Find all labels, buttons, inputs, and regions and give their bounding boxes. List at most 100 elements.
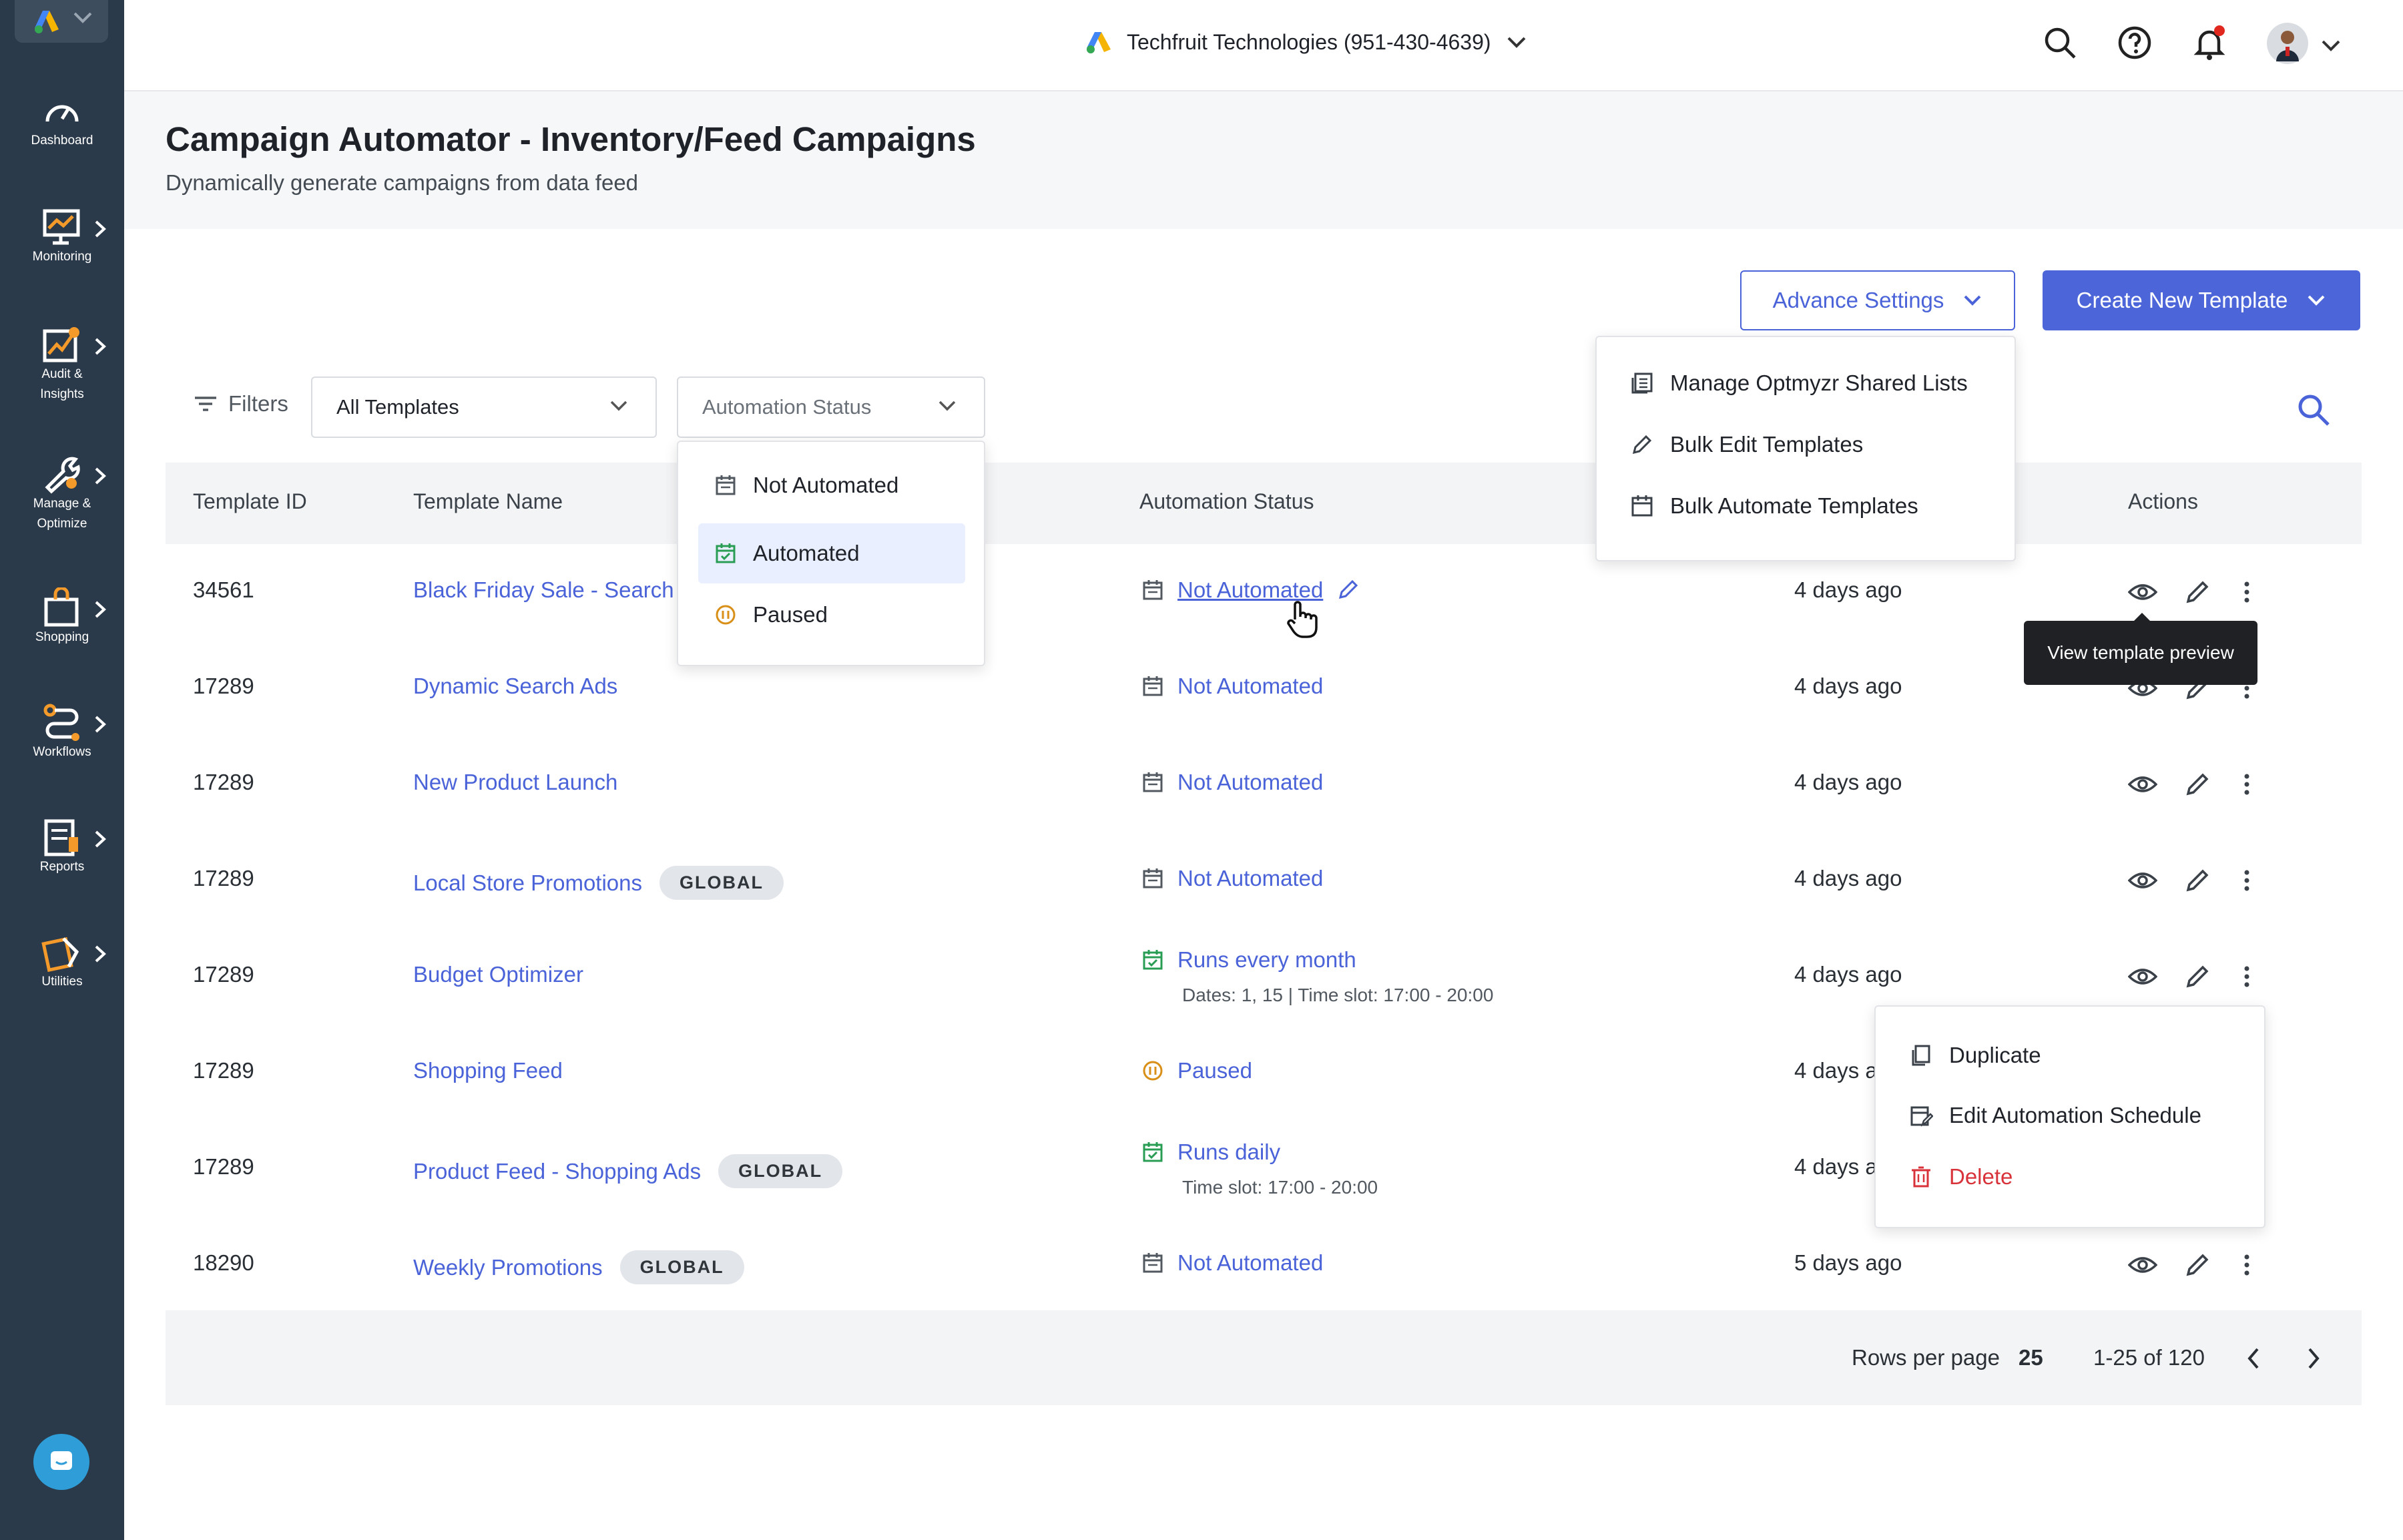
workflow-icon — [43, 704, 79, 741]
template-name-link[interactable]: Local Store Promotions GLOBAL — [413, 866, 784, 900]
menu-item-bulk-automate[interactable]: Bulk Automate Templates — [1630, 493, 1918, 519]
notification-bell-icon[interactable] — [2191, 24, 2228, 61]
menu-item-duplicate[interactable]: Duplicate — [1909, 1043, 2041, 1068]
more-vertical-icon[interactable] — [2241, 579, 2252, 605]
template-name-link[interactable]: Weekly Promotions GLOBAL — [413, 1250, 744, 1284]
nav-utilities[interactable]: Utilities — [0, 932, 124, 992]
chevron-right-icon[interactable] — [2306, 1346, 2322, 1370]
nav-dashboard[interactable]: Dashboard — [0, 93, 124, 151]
avatar[interactable] — [2267, 23, 2308, 64]
menu-item-edit-schedule[interactable]: Edit Automation Schedule — [1909, 1103, 2201, 1128]
more-vertical-icon[interactable] — [2241, 1252, 2252, 1278]
report-icon — [44, 819, 78, 856]
automation-status-text: Not Automated — [1177, 866, 1324, 890]
chevron-left-icon[interactable] — [2245, 1346, 2261, 1370]
table-header: Template ID Template Name Automation Sta… — [166, 463, 2362, 544]
edit-pencil-icon[interactable] — [1336, 579, 1359, 601]
calendar-check-icon — [716, 543, 736, 563]
template-name-link[interactable]: Product Feed - Shopping Ads GLOBAL — [413, 1154, 843, 1188]
template-name-link[interactable]: Dynamic Search Ads — [413, 674, 617, 699]
table-search-icon[interactable] — [2295, 391, 2332, 429]
filters-toggle[interactable]: Filters — [194, 391, 288, 417]
calendar-icon — [1143, 868, 1163, 888]
status-option-paused[interactable]: Paused — [714, 602, 828, 627]
automation-status-link[interactable]: Not Automated — [1141, 1250, 1323, 1276]
last-modified: 5 days ago — [1794, 1250, 1902, 1275]
edit-pencil-icon — [1632, 435, 1652, 455]
duplicate-icon — [1912, 1045, 1930, 1066]
rows-per-page-select[interactable]: 25 — [2019, 1345, 2043, 1370]
automation-status-link[interactable]: Runs every month — [1141, 947, 1356, 973]
edit-pencil-icon[interactable] — [2184, 1252, 2211, 1278]
page-header: Campaign Automator - Inventory/Feed Camp… — [124, 91, 2403, 229]
eye-preview-icon[interactable] — [2128, 867, 2157, 894]
template-name: Local Store Promotions — [413, 870, 643, 895]
nav-monitoring[interactable]: Monitoring — [0, 207, 124, 267]
pagination-bar: Rows per page 25 1-25 of 120 — [166, 1310, 2362, 1405]
chevron-right-icon — [95, 220, 106, 238]
nav-label: Workflows — [33, 745, 91, 759]
eye-preview-icon[interactable] — [2128, 579, 2157, 605]
column-header-status[interactable]: Automation Status — [1139, 489, 1314, 514]
template-name: Product Feed - Shopping Ads — [413, 1158, 702, 1184]
pagination-range: 1-25 of 120 — [2093, 1345, 2205, 1370]
more-vertical-icon[interactable] — [2241, 771, 2252, 798]
template-name-link[interactable]: Shopping Feed — [413, 1058, 563, 1083]
schedule-detail: Dates: 1, 15 | Time slot: 17:00 - 20:00 — [1182, 985, 1494, 1005]
edit-pencil-icon[interactable] — [2184, 963, 2211, 990]
help-icon[interactable] — [2116, 24, 2153, 61]
template-name-link[interactable]: Black Friday Sale - Search — [413, 577, 674, 603]
nav-shopping[interactable]: Shopping — [0, 587, 124, 648]
templates-select[interactable]: All Templates — [311, 376, 657, 438]
nav-workflows[interactable]: Workflows — [0, 702, 124, 762]
template-name-link[interactable]: New Product Launch — [413, 770, 617, 795]
edit-pencil-icon[interactable] — [2184, 579, 2211, 605]
automation-status-select[interactable]: Automation Status — [677, 376, 985, 438]
template-name: Dynamic Search Ads — [413, 674, 618, 698]
status-option-automated[interactable]: Automated — [698, 523, 965, 583]
account-selector[interactable]: Techfruit Technologies (951-430-4639) — [1085, 25, 1527, 59]
advance-settings-button[interactable]: Advance Settings — [1740, 270, 2015, 330]
chat-button[interactable] — [33, 1434, 89, 1490]
hand-cursor-icon — [1287, 601, 1318, 638]
eye-preview-icon[interactable] — [2128, 963, 2157, 990]
menu-item-manage-shared-lists[interactable]: Manage Optmyzr Shared Lists — [1630, 370, 1968, 396]
shopping-bag-icon — [44, 587, 79, 627]
automation-status-link[interactable]: Not Automated — [1141, 577, 1359, 603]
template-id: 17289 — [193, 674, 254, 698]
column-header-actions: Actions — [2128, 489, 2198, 513]
eye-preview-icon[interactable] — [2128, 1252, 2157, 1278]
menu-item-delete[interactable]: Delete — [1909, 1164, 2013, 1190]
nav-manage-optimize[interactable]: Manage & Optimize — [0, 454, 124, 534]
automation-status-dropdown: Not Automated Automated Paused — [677, 441, 985, 666]
create-template-button[interactable]: Create New Template — [2043, 270, 2360, 330]
eye-preview-icon[interactable] — [2128, 771, 2157, 798]
preview-tooltip: View template preview — [2024, 613, 2257, 685]
nav-reports[interactable]: Reports — [0, 817, 124, 877]
template-name-link[interactable]: Budget Optimizer — [413, 962, 583, 987]
automation-status-link[interactable]: Paused — [1141, 1058, 1252, 1083]
more-vertical-icon[interactable] — [2241, 867, 2252, 894]
menu-item-label: Bulk Edit Templates — [1670, 432, 1864, 457]
chat-icon — [51, 1451, 72, 1470]
account-name: Techfruit Technologies (951-430-4639) — [1127, 29, 1491, 54]
more-vertical-icon[interactable] — [2241, 963, 2252, 990]
chevron-down-icon[interactable] — [2320, 39, 2342, 52]
calendar-check-icon — [1143, 1142, 1163, 1162]
last-modified: 4 days ago — [1794, 674, 1902, 698]
automation-status-link[interactable]: Runs daily — [1141, 1139, 1280, 1165]
menu-item-bulk-edit[interactable]: Bulk Edit Templates — [1630, 432, 1863, 457]
status-option-not-automated[interactable]: Not Automated — [714, 473, 898, 498]
search-icon[interactable] — [2041, 24, 2079, 61]
chevron-right-icon — [95, 601, 106, 618]
wrench-icon — [45, 457, 80, 494]
app-switcher[interactable] — [15, 0, 108, 43]
edit-pencil-icon[interactable] — [2184, 867, 2211, 894]
automation-status-link[interactable]: Not Automated — [1141, 866, 1323, 891]
edit-pencil-icon[interactable] — [2184, 771, 2211, 798]
automation-status-link[interactable]: Not Automated — [1141, 674, 1323, 699]
page-subtitle: Dynamically generate campaigns from data… — [166, 170, 639, 195]
automation-status-link[interactable]: Not Automated — [1141, 770, 1323, 795]
nav-audit-insights[interactable]: Audit & Insights — [0, 324, 124, 405]
side-navigation: Dashboard Monitoring Audit & Insights Ma… — [0, 0, 124, 1540]
